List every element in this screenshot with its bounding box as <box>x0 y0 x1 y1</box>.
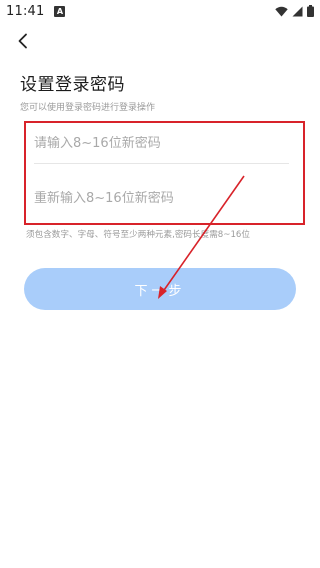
confirm-password-row <box>34 178 295 218</box>
password-input[interactable] <box>34 135 295 151</box>
notification-icon: A <box>54 5 66 17</box>
password-row <box>34 123 295 163</box>
password-input-group <box>24 121 305 225</box>
page-title: 设置登录密码 <box>20 75 125 95</box>
wifi-icon <box>275 6 288 16</box>
back-button[interactable] <box>12 30 34 52</box>
chevron-left-icon <box>18 33 27 49</box>
confirm-password-input[interactable] <box>34 190 295 206</box>
status-icons <box>275 5 314 17</box>
status-bar: 11:41 A <box>0 0 320 22</box>
status-time: 11:41 <box>6 3 45 19</box>
input-divider <box>34 163 289 164</box>
password-hint: 须包含数字、字母、符号至少两种元素,密码长度需8~16位 <box>26 230 250 240</box>
page-subtitle: 您可以使用登录密码进行登录操作 <box>20 103 156 113</box>
battery-icon <box>307 5 314 17</box>
next-button[interactable]: 下一步 <box>24 268 296 310</box>
signal-icon <box>292 6 303 16</box>
